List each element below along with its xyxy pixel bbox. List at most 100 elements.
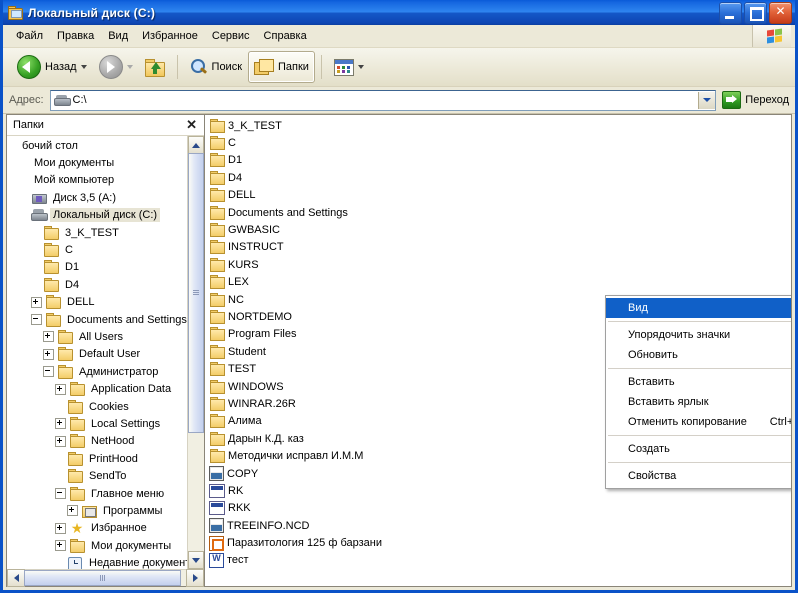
file-list-item[interactable]: Алима	[209, 413, 449, 430]
file-list-item[interactable]: RK	[209, 482, 449, 499]
expand-icon[interactable]	[67, 505, 78, 517]
tree-item[interactable]: Default User	[7, 346, 204, 363]
file-list-item[interactable]: Program Files	[209, 326, 449, 343]
menu-file[interactable]: Файл	[9, 27, 50, 45]
tree-item[interactable]: Главное меню	[7, 485, 204, 502]
address-dropdown-button[interactable]	[698, 91, 716, 109]
expand-icon[interactable]	[55, 522, 66, 534]
file-list-item[interactable]: Student	[209, 343, 449, 360]
expand-icon[interactable]	[55, 383, 66, 395]
file-list-item[interactable]: TEST	[209, 360, 449, 377]
tree-item[interactable]: Application Data	[7, 380, 204, 397]
expand-icon[interactable]	[55, 540, 66, 552]
file-list-item[interactable]: Documents and Settings	[209, 204, 449, 221]
scroll-thumb[interactable]	[188, 153, 204, 433]
tree-item[interactable]: C	[7, 241, 204, 258]
hscroll-thumb[interactable]	[24, 570, 181, 586]
tree-item[interactable]: Администратор	[7, 363, 204, 380]
context-menu-item[interactable]: Упорядочить значки	[606, 325, 791, 345]
up-button[interactable]	[139, 51, 171, 83]
tree-item[interactable]: Диск 3,5 (A:)	[7, 189, 204, 206]
tree-horizontal-scrollbar[interactable]	[7, 569, 204, 587]
tree-item[interactable]: SendTo	[7, 467, 204, 484]
scroll-left-button[interactable]	[7, 569, 25, 587]
back-dropdown-icon[interactable]	[80, 65, 87, 69]
folder-tree[interactable]: бочий стол Мои документы Мой компьютер Диск…	[7, 136, 204, 569]
tree-item[interactable]: Мой компьютер	[7, 172, 204, 189]
back-button[interactable]: Назад	[11, 51, 93, 83]
context-menu[interactable]: Вид Упорядочить значки Обновить Вставить Вст…	[605, 295, 791, 489]
tree-vertical-scrollbar[interactable]	[187, 136, 204, 569]
file-list-item[interactable]: INSTRUCT	[209, 239, 449, 256]
folders-button[interactable]: Папки	[248, 51, 315, 83]
tree-item[interactable]: Мои документы	[7, 537, 204, 554]
file-list-item[interactable]: LEX	[209, 274, 449, 291]
context-menu-item[interactable]: Отменить копирование Ctrl+Z	[606, 412, 791, 432]
tree-item[interactable]: PrintHood	[7, 450, 204, 467]
tree-item[interactable]: NetHood	[7, 433, 204, 450]
tree-item[interactable]: Недавние документ	[7, 554, 204, 569]
close-button[interactable]	[769, 2, 792, 24]
file-list-item[interactable]: GWBASIC	[209, 221, 449, 238]
file-list-item[interactable]: RKK	[209, 500, 449, 517]
file-list-item[interactable]: Методички исправл И.М.М	[209, 447, 449, 464]
file-list-item[interactable]: DELL	[209, 187, 449, 204]
expand-icon[interactable]	[55, 435, 66, 447]
tree-item[interactable]: бочий стол	[7, 137, 204, 154]
tree-item[interactable]: D4	[7, 276, 204, 293]
menu-favorites[interactable]: Избранное	[135, 27, 205, 45]
file-list-item[interactable]: D4	[209, 169, 449, 186]
scroll-right-button[interactable]	[186, 569, 204, 587]
expand-icon[interactable]	[55, 418, 66, 430]
file-list-item[interactable]: TREEINFO.NCD	[209, 517, 449, 534]
menu-help[interactable]: Справка	[257, 27, 314, 45]
forward-dropdown-icon[interactable]	[126, 65, 133, 69]
file-list-item[interactable]: NC	[209, 291, 449, 308]
collapse-icon[interactable]	[55, 488, 66, 499]
file-list-item[interactable]: WINDOWS	[209, 378, 449, 395]
context-menu-item[interactable]: Создать	[606, 439, 791, 459]
search-button[interactable]: Поиск	[184, 51, 248, 83]
scroll-up-button[interactable]	[188, 136, 204, 154]
tree-item[interactable]: Documents and Settings	[7, 311, 204, 328]
forward-button[interactable]	[93, 51, 139, 83]
expand-icon[interactable]	[31, 296, 42, 308]
menu-tools[interactable]: Сервис	[205, 27, 257, 45]
tree-item[interactable]: Local Settings	[7, 415, 204, 432]
context-menu-item[interactable]: Вставить ярлык	[606, 392, 791, 412]
file-list-item[interactable]: Дарын К.Д. каз	[209, 430, 449, 447]
menu-view[interactable]: Вид	[101, 27, 135, 45]
file-list-item[interactable]: тест	[209, 552, 449, 569]
file-list-item[interactable]: WINRAR.26R	[209, 395, 449, 412]
collapse-icon[interactable]	[31, 314, 42, 326]
tree-item[interactable]: D1	[7, 259, 204, 276]
context-menu-item[interactable]: Обновить	[606, 345, 791, 365]
scroll-down-button[interactable]	[188, 551, 204, 569]
context-menu-item[interactable]: Вид	[606, 298, 791, 318]
file-list-item[interactable]: KURS	[209, 256, 449, 273]
file-list-item[interactable]: D1	[209, 152, 449, 169]
close-icon[interactable]: ✕	[183, 118, 200, 132]
views-button[interactable]	[328, 51, 370, 83]
menu-edit[interactable]: Правка	[50, 27, 101, 45]
file-list-item[interactable]: COPY	[209, 465, 449, 482]
tree-item[interactable]: All Users	[7, 328, 204, 345]
context-menu-item[interactable]: Вставить	[606, 372, 791, 392]
file-list-item[interactable]: Паразитология 125 ф барзани	[209, 534, 449, 551]
tree-item[interactable]: ★ Избранное	[7, 520, 204, 537]
go-button[interactable]: Переход	[720, 89, 795, 111]
maximize-button[interactable]	[744, 2, 767, 24]
file-list-item[interactable]: NORTDEMO	[209, 308, 449, 325]
expand-icon[interactable]	[43, 331, 54, 343]
context-menu-item[interactable]: Свойства	[606, 466, 791, 486]
tree-item[interactable]: Локальный диск (C:)	[7, 207, 204, 224]
views-dropdown-icon[interactable]	[357, 65, 364, 69]
tree-item[interactable]: DELL	[7, 294, 204, 311]
file-list-pane[interactable]: 3_K_TEST C D1 D4 DELL Documents and Settings G…	[204, 114, 792, 587]
collapse-icon[interactable]	[43, 366, 54, 378]
expand-icon[interactable]	[43, 348, 54, 360]
tree-item[interactable]: Cookies	[7, 398, 204, 415]
file-list-item[interactable]: C	[209, 134, 449, 151]
tree-item[interactable]: Программы	[7, 502, 204, 519]
minimize-button[interactable]	[719, 2, 742, 24]
